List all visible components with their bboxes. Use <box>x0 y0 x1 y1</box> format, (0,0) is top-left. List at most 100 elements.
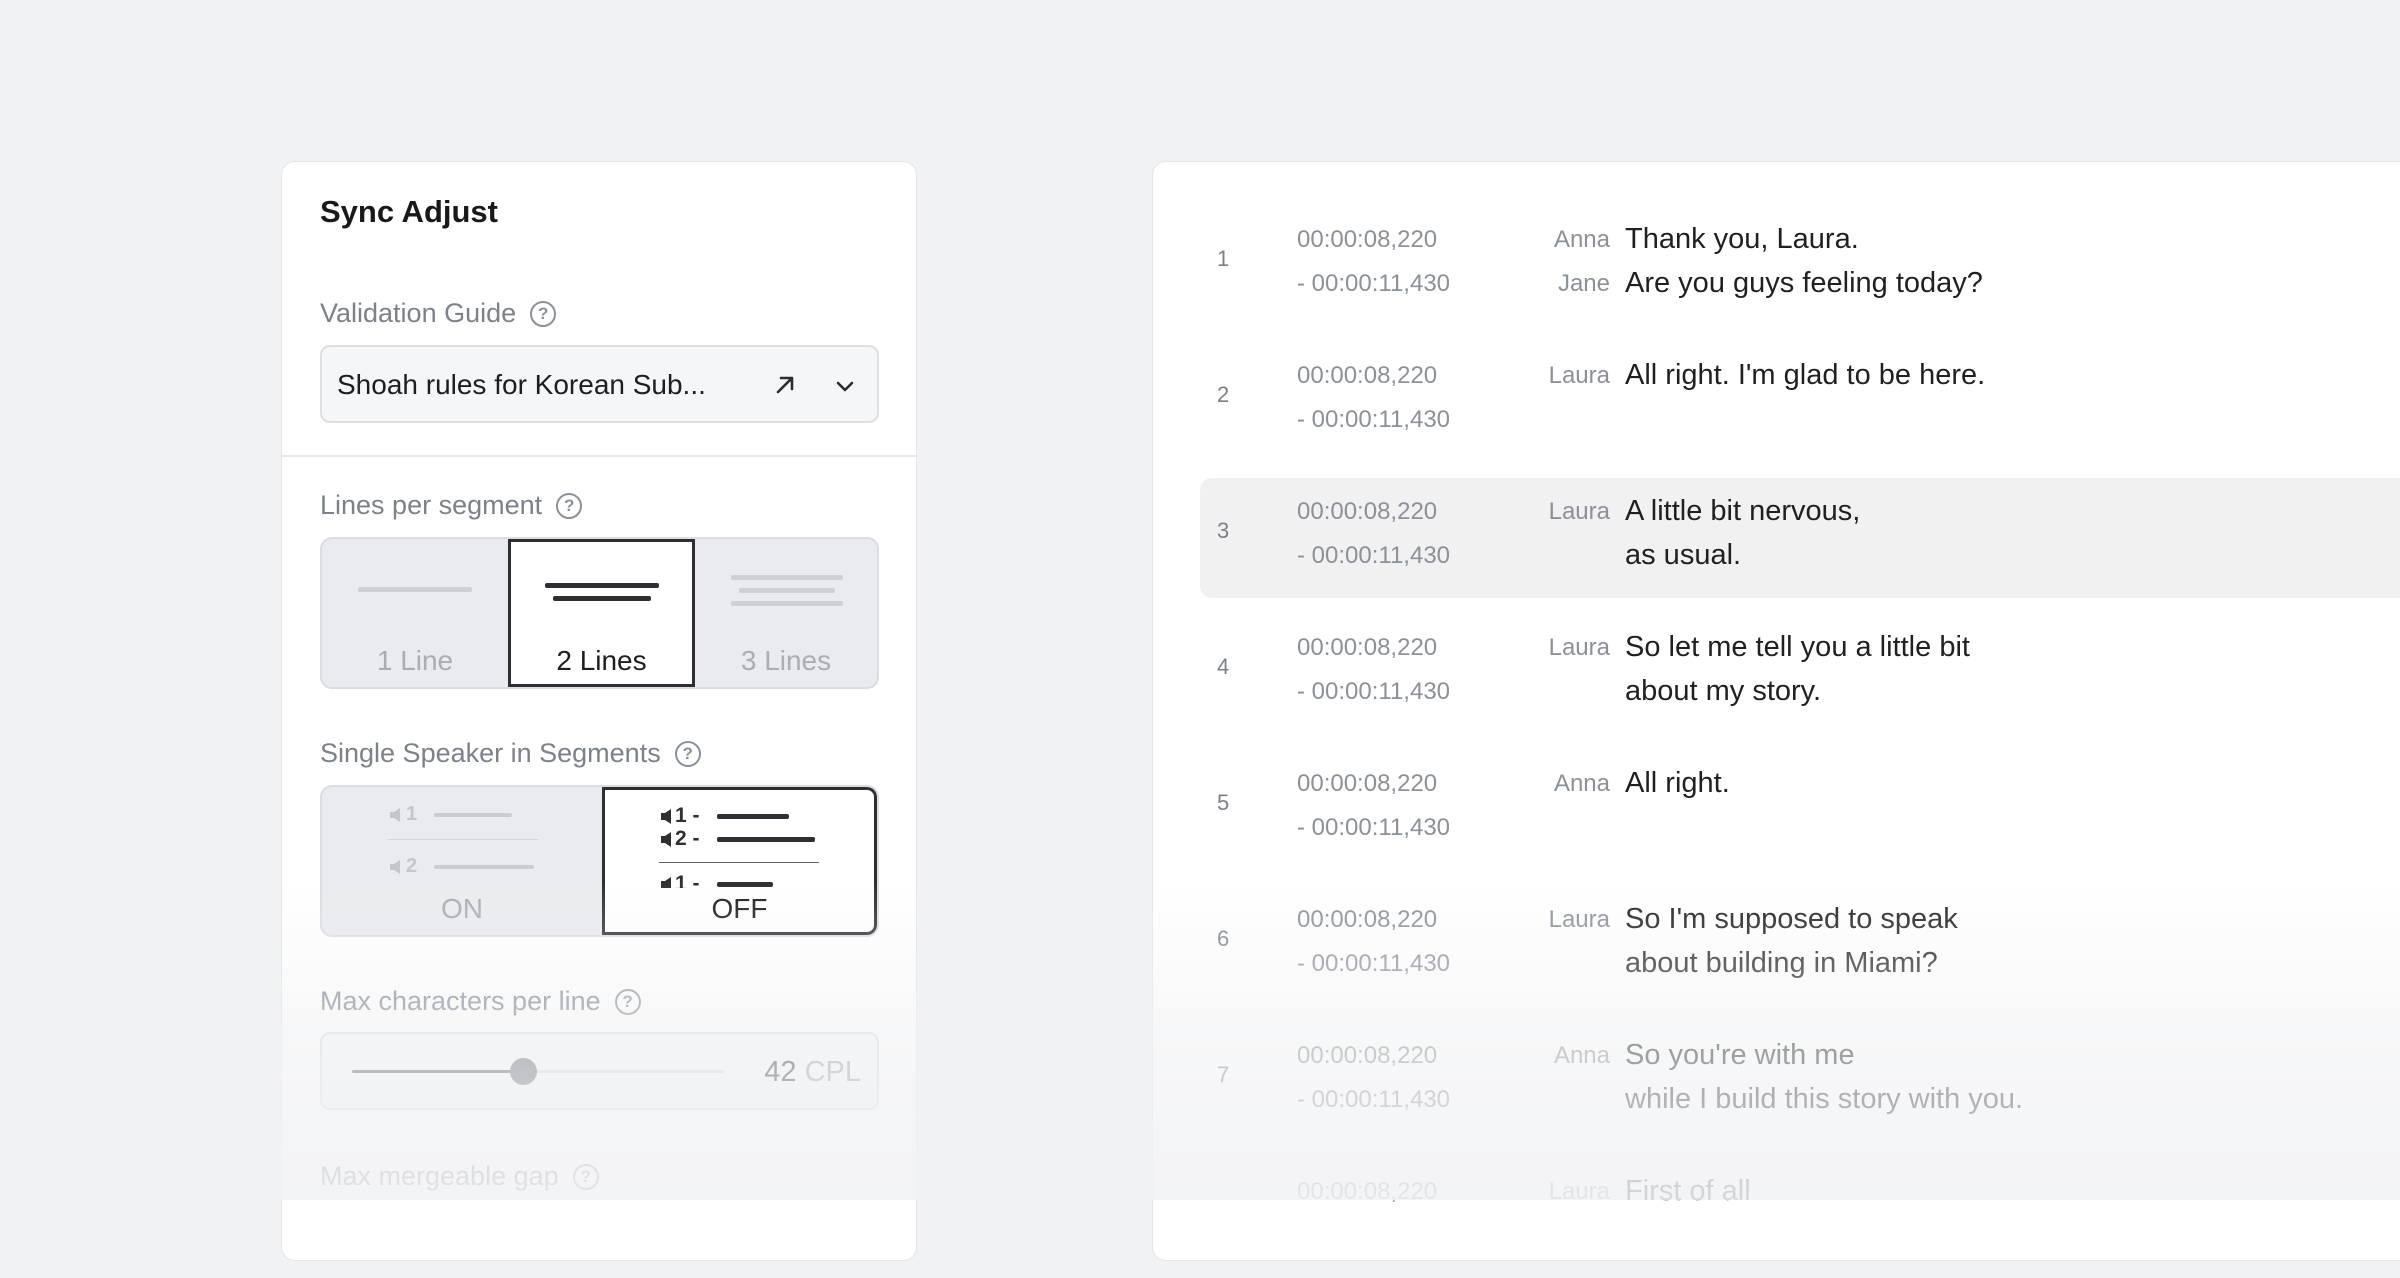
help-icon[interactable]: ? <box>530 300 557 327</box>
start-time: 00:00:08,220 <box>1297 1178 1438 1205</box>
divider <box>282 455 916 457</box>
subtitle-line: So let me tell you a little bit <box>1625 631 1970 663</box>
slider-track[interactable] <box>352 1058 724 1085</box>
speaker-name[interactable]: Laura <box>1470 1170 1610 1214</box>
subtitle-line: about my story. <box>1625 675 1822 707</box>
option-on[interactable]: 1 2 ON <box>322 787 602 935</box>
speaker-dash-label: 2 - <box>675 827 700 850</box>
open-external-icon[interactable] <box>769 369 801 401</box>
max-gap-label-text: Max mergeable gap <box>320 1161 559 1191</box>
segment-text[interactable]: So I'm supposed to speak about building i… <box>1625 897 1958 985</box>
lines-per-segment-label-text: Lines per segment <box>320 490 543 520</box>
chevron-down-icon[interactable] <box>832 373 858 399</box>
slider-thumb[interactable] <box>510 1058 538 1085</box>
end-time: - 00:00:11,430 <box>1297 270 1451 297</box>
segment-text[interactable]: Thank you, Laura. Are you guys feeling to… <box>1625 217 1983 305</box>
speaker-icon <box>390 860 400 874</box>
subtitle-line: So I'm supposed to speak <box>1625 903 1958 935</box>
end-time: - 00:00:11,430 <box>1297 542 1451 569</box>
segment-speakers: Anna <box>1470 1034 1610 1078</box>
segment-text[interactable]: First of all <box>1625 1169 1751 1213</box>
segment-number: 3 <box>1217 518 1230 543</box>
segment-speakers: Anna <box>1470 762 1610 806</box>
option-label: 1 Line <box>376 645 454 676</box>
speaker-name[interactable]: Anna <box>1470 762 1610 806</box>
option-1-line[interactable]: 1 Line <box>322 539 508 687</box>
text-line-graphic <box>434 865 534 869</box>
segment-timecode[interactable]: 00:00:08,220 - 00:00:11,430 <box>1297 490 1450 578</box>
segment-timecode[interactable]: 00:00:08,220 <box>1297 1170 1437 1214</box>
slider-fill <box>352 1070 524 1073</box>
segment-text[interactable]: So you're with me while I build this stor… <box>1625 1033 2023 1121</box>
segment-text[interactable]: A little bit nervous, as usual. <box>1625 489 1860 577</box>
subtitle-line: about building in Miami? <box>1625 947 1938 979</box>
segment-timecode[interactable]: 00:00:08,220 - 00:00:11,430 <box>1297 898 1450 986</box>
option-label: 3 Lines <box>740 645 832 676</box>
help-icon[interactable]: ? <box>614 988 641 1015</box>
start-time: 00:00:08,220 <box>1297 634 1438 661</box>
speaker-icon <box>661 832 671 847</box>
segment-row[interactable]: 00:00:08,220 Laura First of all <box>1200 1158 2400 1278</box>
speaker-number: 2 <box>406 855 418 877</box>
subtitle-line: as usual. <box>1625 539 1742 571</box>
speaker-icon <box>661 809 671 824</box>
speaker-name[interactable]: Anna <box>1470 218 1610 262</box>
speaker-name[interactable]: Laura <box>1470 490 1610 534</box>
segment-row[interactable]: 3 00:00:08,220 - 00:00:11,430 Laura A little… <box>1200 478 2400 598</box>
subtitle-line: A little bit nervous, <box>1625 495 1861 527</box>
max-chars-slider[interactable]: 42 CPL <box>320 1032 879 1110</box>
speaker-number: 1 <box>406 803 418 825</box>
subtitle-line: while I build this story with you. <box>1625 1083 2024 1115</box>
speaker-dash-label: 1 - <box>675 804 700 827</box>
segment-speakers: Laura <box>1470 1170 1610 1214</box>
subtitle-line: Thank you, Laura. <box>1625 223 1859 255</box>
segment-speakers: Laura <box>1470 898 1610 942</box>
speaker-off-illustration: 1 - 2 - 1 - <box>659 804 829 888</box>
segment-text[interactable]: So let me tell you a little bit about my … <box>1625 625 1970 713</box>
text-line-graphic <box>717 814 789 819</box>
segment-timecode[interactable]: 00:00:08,220 - 00:00:11,430 <box>1297 626 1450 714</box>
speaker-dash-label: 1 - <box>675 872 700 888</box>
segment-row[interactable]: 6 00:00:08,220 - 00:00:11,430 Laura So I'm s… <box>1200 886 2400 1006</box>
lines-per-segment-selector: 1 Line 2 Lines 3 Lines <box>320 537 879 689</box>
segment-timecode[interactable]: 00:00:08,220 - 00:00:11,430 <box>1297 354 1450 442</box>
three-lines-icon <box>731 575 843 606</box>
validation-guide-select[interactable]: Shoah rules for Korean Sub... <box>320 345 879 423</box>
option-label: OFF <box>711 893 768 924</box>
segment-text[interactable]: All right. I'm glad to be here. <box>1625 353 1985 397</box>
segment-timecode[interactable]: 00:00:08,220 - 00:00:11,430 <box>1297 762 1450 850</box>
end-time: - 00:00:11,430 <box>1297 814 1451 841</box>
segment-speakers: Laura <box>1470 490 1610 534</box>
speaker-name[interactable]: Laura <box>1470 354 1610 398</box>
segment-row[interactable]: 5 00:00:08,220 - 00:00:11,430 Anna All right… <box>1200 750 2400 870</box>
segment-speakers: Laura <box>1470 626 1610 670</box>
option-3-lines[interactable]: 3 Lines <box>695 539 877 687</box>
speaker-name[interactable]: Laura <box>1470 626 1610 670</box>
help-icon[interactable]: ? <box>572 1163 599 1190</box>
sync-adjust-panel: Sync Adjust Validation Guide ? Shoah rul… <box>281 161 917 1261</box>
start-time: 00:00:08,220 <box>1297 226 1438 253</box>
subtitle-line: So you're with me <box>1625 1039 1855 1071</box>
speaker-name[interactable]: Anna <box>1470 1034 1610 1078</box>
help-icon[interactable]: ? <box>556 492 583 519</box>
segment-timecode[interactable]: 00:00:08,220 - 00:00:11,430 <box>1297 1034 1450 1122</box>
start-time: 00:00:08,220 <box>1297 498 1438 525</box>
segment-number: 2 <box>1217 382 1230 407</box>
start-time: 00:00:08,220 <box>1297 1042 1438 1069</box>
single-speaker-selector: 1 2 ON 1 - 2 - 1 - OFF <box>320 785 879 937</box>
segment-row[interactable]: 4 00:00:08,220 - 00:00:11,430 Laura So let m… <box>1200 614 2400 734</box>
segment-text[interactable]: All right. <box>1625 761 1730 805</box>
segment-row[interactable]: 2 00:00:08,220 - 00:00:11,430 Laura All righ… <box>1200 342 2400 462</box>
option-off[interactable]: 1 - 2 - 1 - OFF <box>602 787 877 935</box>
segment-row[interactable]: 7 00:00:08,220 - 00:00:11,430 Anna So you're… <box>1200 1022 2400 1142</box>
help-icon[interactable]: ? <box>674 740 701 767</box>
speaker-name[interactable]: Laura <box>1470 898 1610 942</box>
subtitle-line: First of all <box>1625 1175 1751 1207</box>
segment-number: 4 <box>1217 654 1230 679</box>
one-line-icon <box>358 587 472 592</box>
segment-row[interactable]: 1 00:00:08,220- 00:00:11,430 Anna Jane Thank… <box>1200 206 2400 326</box>
cpl-value: 42 <box>764 1056 797 1088</box>
segment-timecode[interactable]: 00:00:08,220 - 00:00:11,430 <box>1297 218 1450 306</box>
speaker-name[interactable]: Jane <box>1470 262 1610 306</box>
option-2-lines[interactable]: 2 Lines <box>508 539 695 687</box>
